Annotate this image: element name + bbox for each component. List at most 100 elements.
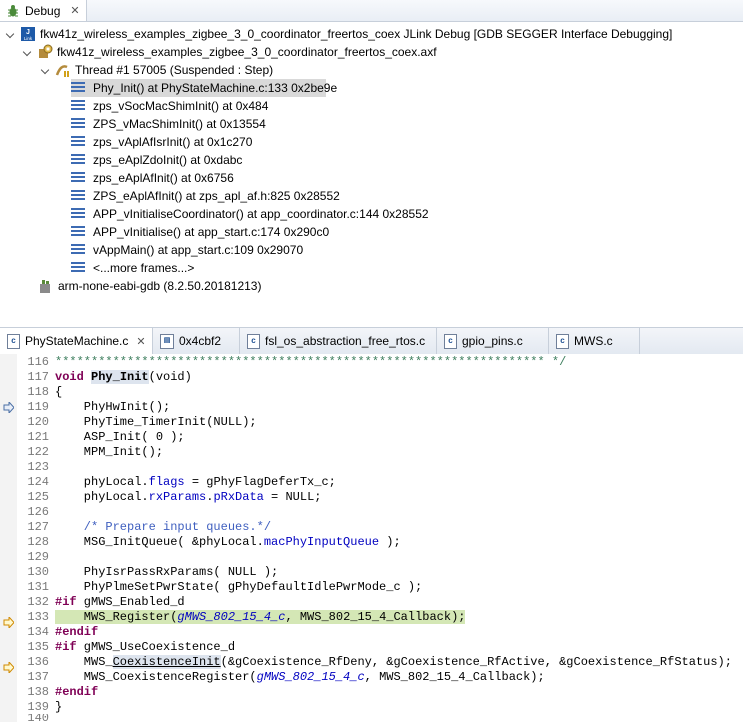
code-text: PhyTime_TimerInit(NULL);	[55, 414, 257, 429]
function-name: Phy_Init	[91, 369, 149, 384]
preprocessor-keyword: #if	[55, 594, 77, 609]
code-text: );	[379, 534, 401, 549]
preprocessor-keyword: #if	[55, 639, 77, 654]
current-instruction-arrow-icon	[3, 662, 14, 673]
close-icon[interactable]: ✕	[70, 4, 79, 17]
tab-0x4cbf2[interactable]: ▤ 0x4cbf2	[153, 328, 240, 354]
c-file-icon: c	[556, 333, 569, 349]
chevron-down-icon[interactable]	[41, 65, 51, 75]
svg-text:Link: Link	[24, 36, 33, 41]
stack-frame-row[interactable]: zps_eAplZdoInit() at 0xdabc	[71, 151, 242, 169]
disassembly-icon: ▤	[160, 333, 174, 349]
code-line: 138 #endif	[17, 684, 743, 699]
line-number: 140	[27, 714, 49, 722]
code-line: 140	[17, 714, 743, 722]
editor-left-ruler[interactable]	[0, 354, 17, 722]
code-text: gMWS_UseCoexistence_d	[76, 639, 236, 654]
line-number: 127	[27, 519, 49, 534]
current-line-highlight: MWS_Register(gMWS_802_15_4_c, MWS_802_15…	[55, 609, 466, 624]
line-number: 123	[27, 459, 49, 474]
line-number: 117	[27, 369, 49, 384]
chevron-down-icon[interactable]	[6, 29, 16, 39]
macro-name: gMWS_802_15_4_c	[256, 669, 365, 684]
tab-phystatemachine[interactable]: c PhyStateMachine.c ✕	[0, 328, 153, 354]
tree-row-thread[interactable]: Thread #1 57005 (Suspended : Step)	[41, 61, 273, 79]
comment: /* Prepare input queues.*/	[55, 519, 272, 534]
close-icon[interactable]: ✕	[136, 335, 145, 348]
tab-label: PhyStateMachine.c	[25, 334, 129, 348]
field-name: pRxData	[213, 489, 264, 504]
code-line: 137 MWS_CoexistenceRegister(gMWS_802_15_…	[17, 669, 743, 684]
stack-frame-row[interactable]: zps_vAplAfIsrInit() at 0x1c270	[71, 133, 252, 151]
tab-fsl-os-abstraction[interactable]: c fsl_os_abstraction_free_rtos.c	[240, 328, 437, 354]
stack-frame-row[interactable]: APP_vInitialiseCoordinator() at app_coor…	[71, 205, 429, 223]
tab-debug[interactable]: Debug ✕	[0, 0, 87, 21]
c-file-icon: c	[444, 333, 457, 349]
tab-label: gpio_pins.c	[462, 334, 523, 348]
stack-frame-label: zps_vAplAfIsrInit() at 0x1c270	[93, 135, 253, 149]
tab-gpio-pins[interactable]: c gpio_pins.c	[437, 328, 549, 354]
code-text: MWS_CoexistenceRegister(	[55, 669, 257, 684]
stack-frame-icon	[71, 136, 85, 148]
stack-frame-row[interactable]: zps_vSocMacShimInit() at 0x484	[71, 97, 268, 115]
svg-text:J: J	[26, 29, 30, 36]
code-line: 120 PhyTime_TimerInit(NULL);	[17, 414, 743, 429]
code-text: = gPhyFlagDeferTx_c;	[184, 474, 336, 489]
code-line: 131 PhyPlmeSetPwrState( gPhyDefaultIdleP…	[17, 579, 743, 594]
debug-tree: J Link fkw41z_wireless_examples_zigbee_3…	[0, 22, 743, 322]
stack-frame-row[interactable]: ZPS_vMacShimInit() at 0x13554	[71, 115, 266, 133]
more-frames-row[interactable]: <...more frames...>	[71, 259, 194, 277]
line-number: 137	[27, 669, 49, 684]
tab-mws[interactable]: c MWS.c	[549, 328, 640, 354]
tab-label: MWS.c	[574, 334, 613, 348]
process-icon	[39, 44, 53, 58]
code-text: , MWS_802_15_4_Callback);	[285, 609, 466, 624]
code-text: MWS_Register(	[55, 609, 178, 624]
line-number: 122	[27, 444, 49, 459]
line-number: 130	[27, 564, 49, 579]
code-line: 119 PhyHwInit();	[17, 399, 743, 414]
tree-row-process[interactable]: fkw41z_wireless_examples_zigbee_3_0_coor…	[23, 43, 437, 61]
code-line: 136 MWS_ CoexistenceInit (&gCoexistence_Rf…	[17, 654, 743, 669]
field-name: flags	[148, 474, 185, 489]
chevron-down-icon[interactable]	[23, 47, 33, 57]
stack-frame-icon	[71, 190, 85, 202]
stack-frame-row[interactable]: APP_vInitialise() at app_start.c:174 0x2…	[71, 223, 329, 241]
stack-frame-label: ZPS_vMacShimInit() at 0x13554	[93, 117, 266, 131]
stack-frame-row[interactable]: zps_eAplAfInit() at 0x6756	[71, 169, 234, 187]
line-number: 118	[27, 384, 49, 399]
line-number: 119	[27, 399, 49, 414]
code-line: 128 MSG_InitQueue( &phyLocal. macPhyInput…	[17, 534, 743, 549]
code-line: 117 void Phy_Init (void)	[17, 369, 743, 384]
code-text: phyLocal.	[55, 489, 149, 504]
keyword: void	[55, 369, 84, 384]
stack-frame-label: Phy_Init() at PhyStateMachine.c:133 0x2b…	[93, 81, 338, 95]
code-text: phyLocal.	[55, 474, 149, 489]
code-text: MSG_InitQueue( &phyLocal.	[55, 534, 264, 549]
line-number: 139	[27, 699, 49, 714]
stack-frame-label: zps_vSocMacShimInit() at 0x484	[93, 99, 269, 113]
stack-frame-row[interactable]: Phy_Init() at PhyStateMachine.c:133 0x2b…	[71, 79, 337, 97]
line-number: 129	[27, 549, 49, 564]
line-number: 121	[27, 429, 49, 444]
tree-row-gdb[interactable]: arm-none-eabi-gdb (8.2.50.20181213)	[38, 277, 261, 295]
line-number: 136	[27, 654, 49, 669]
code-text: PhyPlmeSetPwrState( gPhyDefaultIdlePwrMo…	[55, 579, 423, 594]
stack-frame-icon	[71, 262, 85, 274]
code-text: , MWS_802_15_4_Callback);	[364, 669, 545, 684]
stack-frame-row[interactable]: ZPS_eAplAfInit() at zps_apl_af.h:825 0x2…	[71, 187, 340, 205]
code-line: 122 MPM_Init();	[17, 444, 743, 459]
code-text: {	[55, 384, 63, 399]
field-name: rxParams	[148, 489, 207, 504]
tab-label: fsl_os_abstraction_free_rtos.c	[265, 334, 426, 348]
tree-row-launch[interactable]: J Link fkw41z_wireless_examples_zigbee_3…	[6, 25, 672, 43]
stack-frame-icon	[71, 82, 85, 94]
stack-frame-icon	[71, 154, 85, 166]
thread-suspended-icon	[55, 65, 69, 77]
thread-label: Thread #1 57005 (Suspended : Step)	[75, 63, 274, 77]
stack-frame-icon	[71, 226, 85, 238]
stack-frame-label: vAppMain() at app_start.c:109 0x29070	[93, 243, 304, 257]
code-editor[interactable]: 116 ************************************…	[0, 354, 743, 722]
code-text: MPM_Init();	[55, 444, 164, 459]
stack-frame-row[interactable]: vAppMain() at app_start.c:109 0x29070	[71, 241, 303, 259]
